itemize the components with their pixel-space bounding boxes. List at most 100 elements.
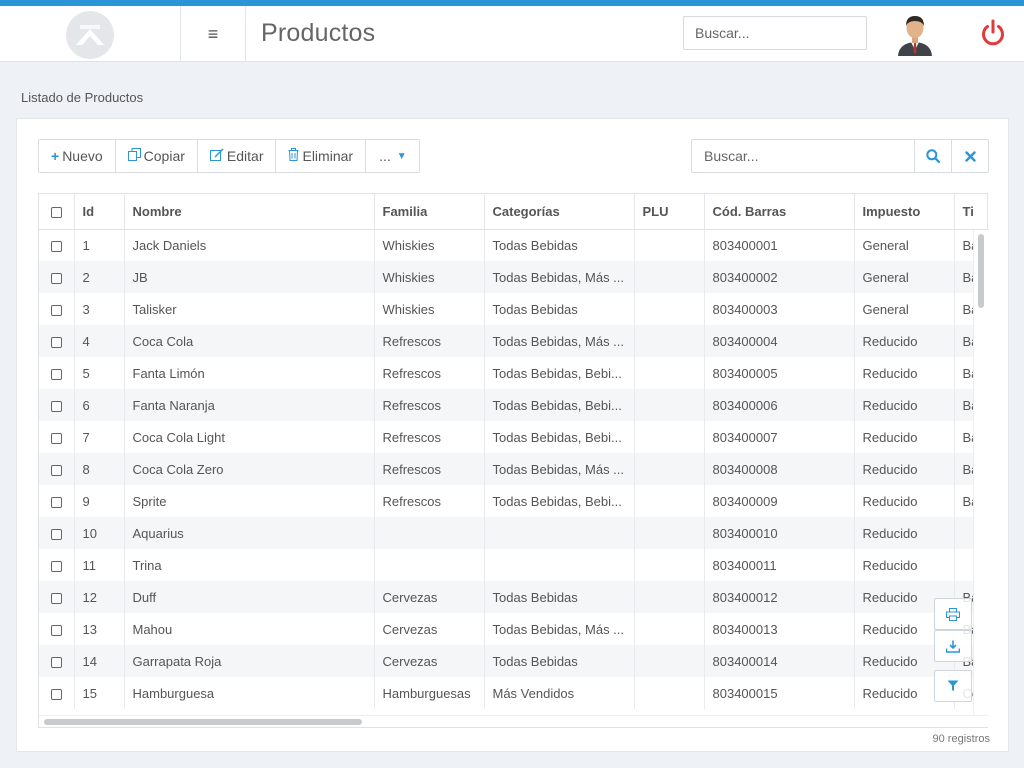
column-header-id[interactable]: Id [74, 194, 125, 230]
cell-familia: Refrescos [374, 453, 485, 485]
row-checkbox[interactable] [50, 336, 62, 348]
search-icon [926, 149, 940, 163]
table-row[interactable]: 3 Talisker Whiskies Todas Bebidas 803400003 G… [39, 293, 987, 325]
row-checkbox[interactable] [50, 688, 62, 700]
cell-categorias: Todas Bebidas, Bebi... [484, 421, 635, 453]
column-header-familia[interactable]: Familia [374, 194, 485, 230]
header-search-input[interactable] [683, 16, 867, 50]
cell-familia [374, 549, 485, 581]
row-checkbox[interactable] [50, 560, 62, 572]
edit-button[interactable]: Editar [197, 140, 277, 172]
row-checkbox[interactable] [50, 496, 62, 508]
row-select-cell [39, 677, 75, 709]
app-logo[interactable] [66, 11, 114, 59]
plus-icon: + [51, 148, 60, 164]
download-button[interactable] [934, 630, 972, 662]
row-checkbox[interactable] [50, 528, 62, 540]
cell-id: 1 [74, 229, 125, 261]
cell-nombre: Sprite [124, 485, 375, 517]
row-checkbox[interactable] [50, 656, 62, 668]
cell-nombre: Coca Cola Light [124, 421, 375, 453]
horizontal-scroll-thumb[interactable] [44, 719, 362, 725]
cell-plu [634, 389, 705, 421]
table-row[interactable]: 5 Fanta Limón Refrescos Todas Bebidas, Bebi… [39, 357, 987, 389]
print-button[interactable] [934, 598, 972, 630]
table-row[interactable]: 12 Duff Cervezas Todas Bebidas 803400012 Redu… [39, 581, 987, 613]
row-checkbox[interactable] [50, 400, 62, 412]
logout-button[interactable] [979, 18, 1007, 48]
filter-button[interactable] [934, 670, 972, 702]
table-row[interactable]: 6 Fanta Naranja Refrescos Todas Bebidas, Be… [39, 389, 987, 421]
row-select-cell [39, 517, 75, 549]
row-select-cell [39, 389, 75, 421]
cell-categorias: Todas Bebidas [484, 229, 635, 261]
cell-nombre: Coca Cola Zero [124, 453, 375, 485]
user-avatar[interactable] [896, 12, 934, 56]
cell-cod-barras: 803400007 [704, 421, 855, 453]
row-checkbox[interactable] [50, 368, 62, 380]
column-header-tipo[interactable]: Ti [954, 194, 987, 230]
select-all-checkbox[interactable] [50, 206, 62, 218]
cell-id: 11 [74, 549, 125, 581]
horizontal-scrollbar[interactable] [39, 715, 988, 727]
cell-impuesto: General [854, 293, 955, 325]
record-count: 90 registros [932, 733, 990, 745]
column-header-plu[interactable]: PLU [634, 194, 705, 230]
caret-down-icon: ▼ [396, 150, 407, 162]
table-row[interactable]: 8 Coca Cola Zero Refrescos Todas Bebidas, M… [39, 453, 987, 485]
more-actions-dropdown[interactable]: ... ▼ [366, 140, 419, 172]
table-row[interactable]: 13 Mahou Cervezas Todas Bebidas, Más ... 803… [39, 613, 987, 645]
row-checkbox[interactable] [50, 592, 62, 604]
cell-id: 12 [74, 581, 125, 613]
delete-button[interactable]: Eliminar [276, 140, 367, 172]
new-button[interactable]: + Nuevo [39, 140, 116, 172]
cell-cod-barras: 803400010 [704, 517, 855, 549]
table-body: 1 Jack Daniels Whiskies Todas Bebidas 803400… [39, 229, 987, 709]
clear-search-button[interactable] [951, 140, 988, 172]
vertical-scrollbar[interactable] [973, 230, 988, 718]
table-search-button[interactable] [914, 140, 951, 172]
copy-button[interactable]: Copiar [115, 140, 198, 172]
row-checkbox[interactable] [50, 272, 62, 284]
cell-familia: Refrescos [374, 357, 485, 389]
cell-id: 14 [74, 645, 125, 677]
table-search-input[interactable] [692, 140, 914, 172]
cell-id: 15 [74, 677, 125, 709]
cell-id: 5 [74, 357, 125, 389]
cell-cod-barras: 803400015 [704, 677, 855, 709]
row-checkbox[interactable] [50, 624, 62, 636]
table-row[interactable]: 10 Aquarius 803400010 Reducido [39, 517, 987, 549]
table-row[interactable]: 2 JB Whiskies Todas Bebidas, Más ... 8034000… [39, 261, 987, 293]
cell-id: 3 [74, 293, 125, 325]
cell-plu [634, 229, 705, 261]
cell-familia: Refrescos [374, 325, 485, 357]
table-row[interactable]: 15 Hamburguesa Hamburguesas Más Vendidos 803… [39, 677, 987, 709]
table-row[interactable]: 1 Jack Daniels Whiskies Todas Bebidas 803400… [39, 229, 987, 261]
user-avatar-icon [898, 16, 932, 56]
table-row[interactable]: 9 Sprite Refrescos Todas Bebidas, Bebi... 80… [39, 485, 987, 517]
cell-nombre: Trina [124, 549, 375, 581]
cell-plu [634, 517, 705, 549]
column-header-impuesto[interactable]: Impuesto [854, 194, 955, 230]
menu-toggle-button[interactable]: ≡ [180, 6, 246, 62]
column-header-cod-barras[interactable]: Cód. Barras [704, 194, 855, 230]
row-checkbox[interactable] [50, 432, 62, 444]
copy-button-label: Copiar [143, 148, 185, 164]
cell-categorias: Todas Bebidas, Más ... [484, 261, 635, 293]
cell-familia: Whiskies [374, 293, 485, 325]
cell-impuesto: Reducido [854, 421, 955, 453]
table-row[interactable]: 11 Trina 803400011 Reducido [39, 549, 987, 581]
vertical-scroll-thumb[interactable] [978, 234, 984, 308]
cell-familia: Refrescos [374, 389, 485, 421]
row-checkbox[interactable] [50, 240, 62, 252]
column-header-categorias[interactable]: Categorías [484, 194, 635, 230]
table-row[interactable]: 14 Garrapata Roja Cervezas Todas Bebidas 803… [39, 645, 987, 677]
table-row[interactable]: 4 Coca Cola Refrescos Todas Bebidas, Más ..… [39, 325, 987, 357]
cell-familia: Whiskies [374, 229, 485, 261]
cell-nombre: Coca Cola [124, 325, 375, 357]
trash-icon [288, 148, 299, 164]
column-header-nombre[interactable]: Nombre [124, 194, 375, 230]
table-row[interactable]: 7 Coca Cola Light Refrescos Todas Bebidas, … [39, 421, 987, 453]
row-checkbox[interactable] [50, 464, 62, 476]
row-checkbox[interactable] [50, 304, 62, 316]
